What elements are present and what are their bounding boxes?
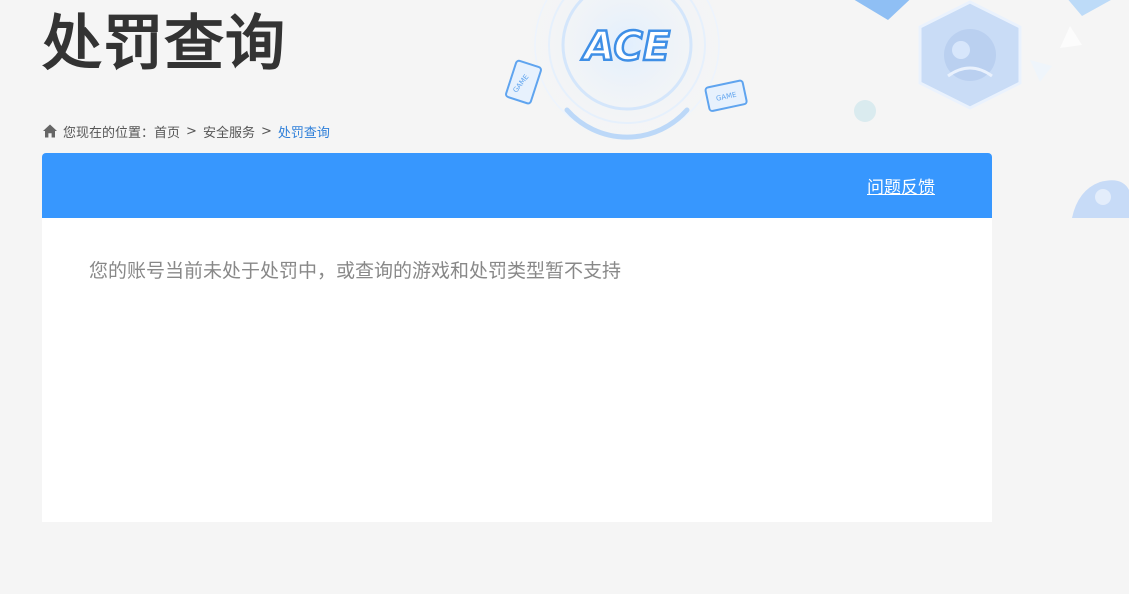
- breadcrumb-security-link[interactable]: 安全服务: [203, 122, 255, 141]
- feedback-link[interactable]: 问题反馈: [867, 173, 935, 198]
- page-title: 处罚查询: [42, 9, 286, 79]
- home-icon: [43, 124, 57, 138]
- breadcrumb-current: 处罚查询: [277, 125, 330, 141]
- breadcrumb: 您现在的位置： 首页 > 安全服务 > 处罚查询: [42, 121, 330, 141]
- breadcrumb-separator: >: [260, 123, 272, 139]
- ace-logo-graphic: ACE GAME GAME: [505, 0, 748, 155]
- panel-body: 您的账号当前未处于处罚中，或查询的游戏和处罚类型暂不支持: [42, 218, 992, 321]
- result-panel: 问题反馈 您的账号当前未处于处罚中，或查询的游戏和处罚类型暂不支持: [42, 153, 992, 522]
- breadcrumb-prefix: 您现在的位置：: [63, 125, 155, 141]
- breadcrumb-separator: >: [186, 123, 197, 139]
- panel-header: 问题反馈: [42, 153, 992, 218]
- ace-logo-text: ACE: [581, 24, 670, 70]
- status-message: 您的账号当前未处于处罚中，或查询的游戏和处罚类型暂不支持: [89, 260, 622, 282]
- breadcrumb-home-link[interactable]: 首页: [154, 122, 180, 141]
